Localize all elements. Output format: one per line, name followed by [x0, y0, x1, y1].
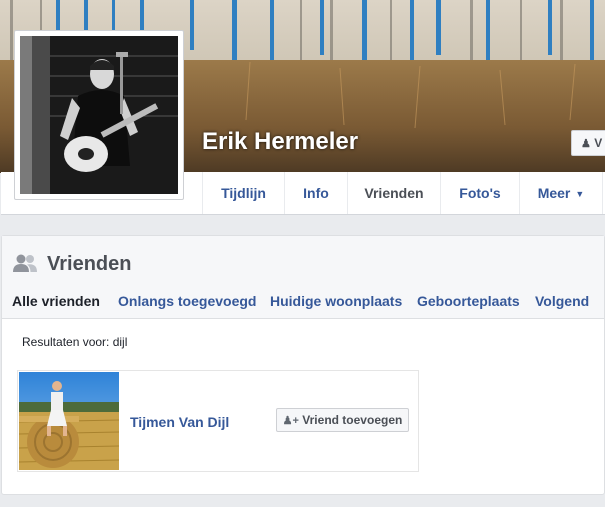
subtab-all-friends[interactable]: Alle vrienden — [12, 293, 100, 309]
tab-friends[interactable]: Vrienden — [347, 172, 440, 214]
caret-down-icon: ▼ — [575, 189, 585, 199]
friend-avatar[interactable] — [19, 372, 119, 470]
tab-timeline[interactable]: Tijdlijn — [202, 172, 284, 214]
subtab-recently-added[interactable]: Onlangs toegevoegd — [118, 293, 256, 309]
friends-panel-title: Vrienden — [47, 253, 132, 275]
subtab-current-city[interactable]: Huidige woonplaats — [270, 293, 402, 309]
profile-picture[interactable] — [14, 30, 184, 200]
add-friend-icon: ♟ — [581, 138, 591, 150]
friend-result-card: Tijmen Van Dijl ♟+ Vriend toevoegen — [17, 370, 419, 472]
subtab-hometown[interactable]: Geboorteplaats — [417, 293, 520, 309]
friends-icon — [13, 254, 37, 272]
results-label: Resultaten voor: dijl — [22, 335, 128, 349]
friends-panel: Vrienden Alle vrienden Onlangs toegevoeg… — [1, 235, 605, 495]
tab-photos[interactable]: Foto's — [440, 172, 519, 214]
friends-panel-header: Vrienden Alle vrienden Onlangs toegevoeg… — [2, 236, 604, 319]
profile-name[interactable]: Erik Hermeler — [202, 128, 358, 156]
add-friend-button-label: Vriend toevoegen — [302, 413, 403, 427]
add-friend-icon: ♟+ — [282, 415, 299, 427]
tab-info[interactable]: Info — [284, 172, 347, 214]
add-friend-cover-button[interactable]: ♟ V — [571, 130, 605, 156]
friend-name[interactable]: Tijmen Van Dijl — [130, 414, 229, 430]
cover-button-label: V — [594, 136, 603, 150]
tab-more[interactable]: Meer ▼ — [519, 172, 603, 214]
subtab-following[interactable]: Volgend — [535, 293, 589, 309]
add-friend-button[interactable]: ♟+ Vriend toevoegen — [276, 408, 409, 432]
